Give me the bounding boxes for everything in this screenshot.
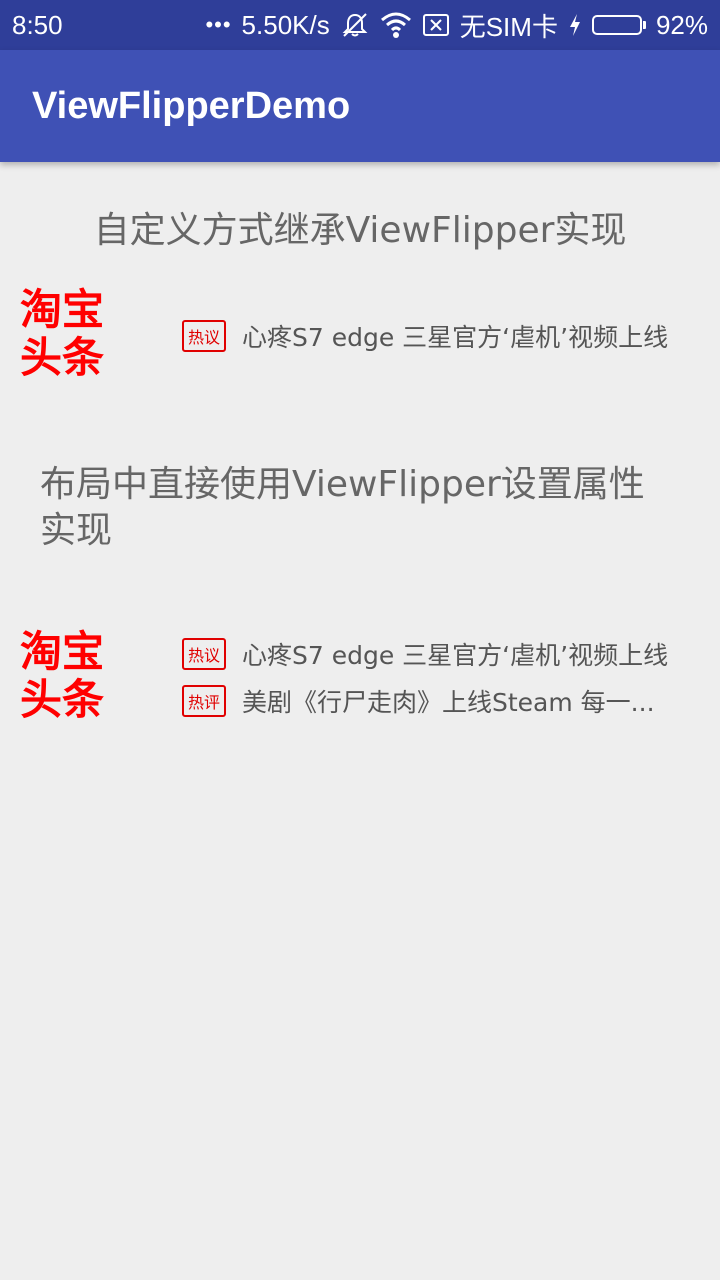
- hot-tag: 热评: [182, 685, 226, 717]
- status-icons: ••• 5.50K/s 无SIM卡 92%: [205, 7, 708, 44]
- news-headline: 美剧《行尸走肉》上线Steam 每一...: [242, 688, 655, 717]
- news-item[interactable]: 热评 美剧《行尸走肉》上线Steam 每一...: [182, 683, 702, 719]
- news-item[interactable]: 热议 心疼S7 edge 三星官方‘虐机’视频上线: [182, 636, 702, 672]
- more-dots-icon: •••: [205, 12, 232, 37]
- silent-mode-icon: [340, 10, 370, 40]
- app-title: ViewFlipperDemo: [32, 84, 351, 127]
- no-sim-icon: [422, 12, 450, 38]
- brand-line: 头条: [20, 333, 105, 382]
- status-time: 8:50: [12, 9, 63, 40]
- sim-status-text: 无SIM卡: [459, 11, 558, 42]
- brand-line: 淘宝: [20, 285, 105, 334]
- taobao-headlines-logo: 淘宝 头条: [20, 286, 120, 382]
- brand-line: 头条: [20, 675, 105, 724]
- charging-icon: [568, 13, 582, 37]
- news-headline: 心疼S7 edge 三星官方‘虐机’视频上线: [242, 641, 669, 670]
- status-bar: 8:50 ••• 5.50K/s 无SIM卡 92%: [0, 0, 720, 50]
- news-headline: 心疼S7 edge 三星官方‘虐机’视频上线: [242, 323, 669, 352]
- app-toolbar: ViewFlipperDemo: [0, 50, 720, 162]
- network-speed: 5.50K/s: [241, 9, 330, 40]
- news-item[interactable]: 热议 心疼S7 edge 三星官方‘虐机’视频上线: [182, 318, 702, 354]
- section-title-custom: 自定义方式继承ViewFlipper实现: [93, 210, 627, 251]
- section-title-layout: 布局中直接使用ViewFlipper设置属性实现: [40, 464, 645, 551]
- wifi-icon: [380, 11, 412, 39]
- battery-icon: [591, 15, 646, 35]
- hot-tag: 热议: [182, 320, 226, 352]
- battery-percent: 92%: [655, 9, 708, 40]
- taobao-headlines-logo: 淘宝 头条: [20, 628, 120, 724]
- brand-line: 淘宝: [20, 627, 105, 676]
- hot-tag: 热议: [182, 638, 226, 670]
